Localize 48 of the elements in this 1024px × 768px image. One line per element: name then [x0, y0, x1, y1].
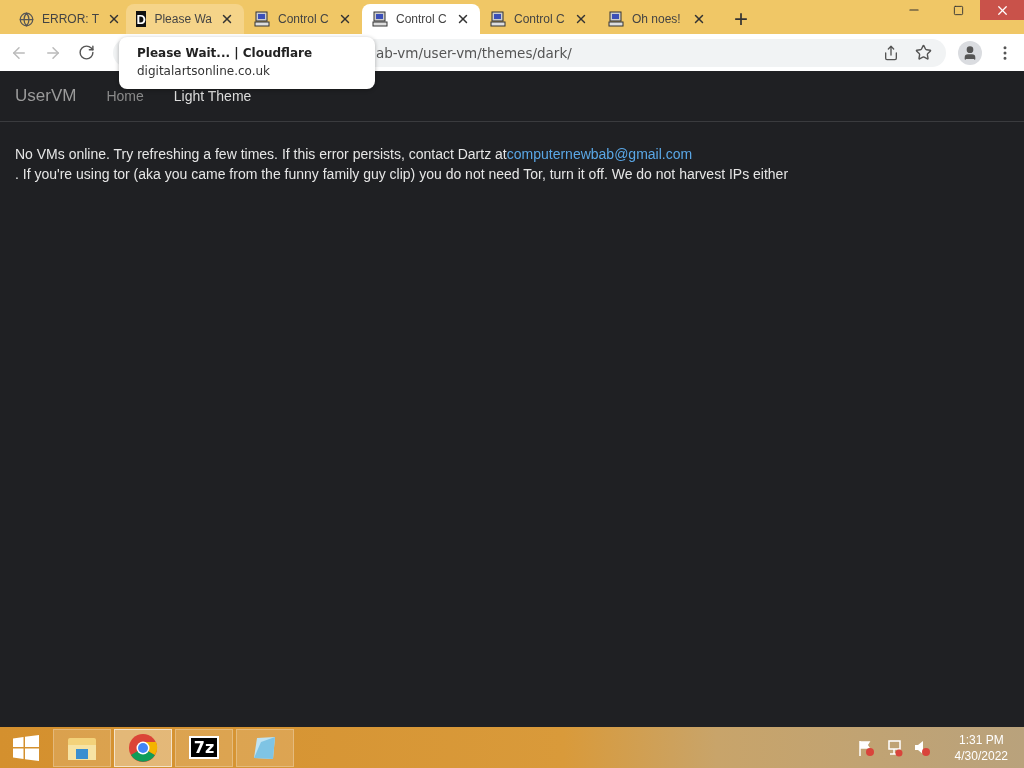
tab-title: Oh noes! — [632, 12, 682, 26]
nav-link[interactable]: Home — [106, 88, 144, 104]
speaker-icon[interactable] — [912, 738, 931, 757]
browser-tab[interactable]: Oh noes! — [598, 4, 716, 34]
tab-title: ERROR: T — [42, 12, 100, 26]
profile-icon[interactable] — [958, 40, 982, 65]
tooltip-domain: digitalartsonline.co.uk — [137, 64, 272, 78]
close-icon[interactable] — [220, 12, 234, 26]
windows-logo-icon — [13, 734, 39, 761]
site-logo-icon: D — [136, 11, 147, 27]
close-icon[interactable] — [692, 12, 706, 26]
tooltip-title: Please Wait... | Cloudflare — [137, 46, 314, 60]
tab-title: Control C — [514, 12, 566, 26]
new-tab-button[interactable]: + — [730, 6, 752, 32]
chrome-icon — [128, 732, 158, 763]
browser-tab[interactable]: ERROR: T — [8, 4, 126, 34]
taskbar-app[interactable]: 7z — [175, 728, 233, 767]
reload-icon[interactable] — [76, 42, 97, 63]
globe-icon — [18, 11, 34, 27]
taskbar-app[interactable] — [114, 728, 172, 767]
browser-tab[interactable]: Control C — [244, 4, 362, 34]
tor-notice: . If you're using tor (aka you came from the funny family guy clip) you do not need Tor, turn it off. We do not harvest IPs either — [15, 165, 790, 184]
close-icon[interactable] — [338, 12, 352, 26]
taskbar-app[interactable] — [53, 728, 111, 767]
browser-tab[interactable]: D Please Wa — [126, 4, 244, 34]
star-icon[interactable] — [913, 42, 934, 63]
tab-title: Please Wa — [154, 12, 212, 26]
restore-icon[interactable] — [952, 4, 964, 16]
clock-time: 1:31 PM — [958, 731, 1004, 748]
error-message: No VMs online. Try refreshing a few times. If this error persists, contact Dartz atcomputernewbab@gmail.com — [15, 145, 694, 164]
close-icon[interactable] — [574, 12, 588, 26]
computer-icon — [608, 11, 624, 27]
computer-icon — [490, 11, 506, 27]
computer-icon — [254, 11, 270, 27]
browser-tab[interactable]: Control C — [362, 4, 480, 34]
brand-link[interactable]: UserVM — [15, 86, 77, 106]
nav-link[interactable]: Light Theme — [173, 88, 252, 104]
url-text: ab-vm/user-vm/themes/dark/ — [376, 44, 573, 61]
clock-date: 4/30/2022 — [954, 747, 1008, 764]
browser-tab[interactable]: Control C — [480, 4, 598, 34]
archive-app-icon: 7z — [188, 736, 220, 759]
email-link[interactable]: computernewbab@gmail.com — [506, 146, 693, 162]
computer-icon — [372, 11, 388, 27]
tab-title: Control C — [396, 12, 448, 26]
flag-icon[interactable] — [856, 738, 875, 757]
close-icon[interactable] — [456, 12, 470, 26]
tab-title: Control C — [278, 12, 330, 26]
close-window-button[interactable] — [980, 0, 1024, 20]
